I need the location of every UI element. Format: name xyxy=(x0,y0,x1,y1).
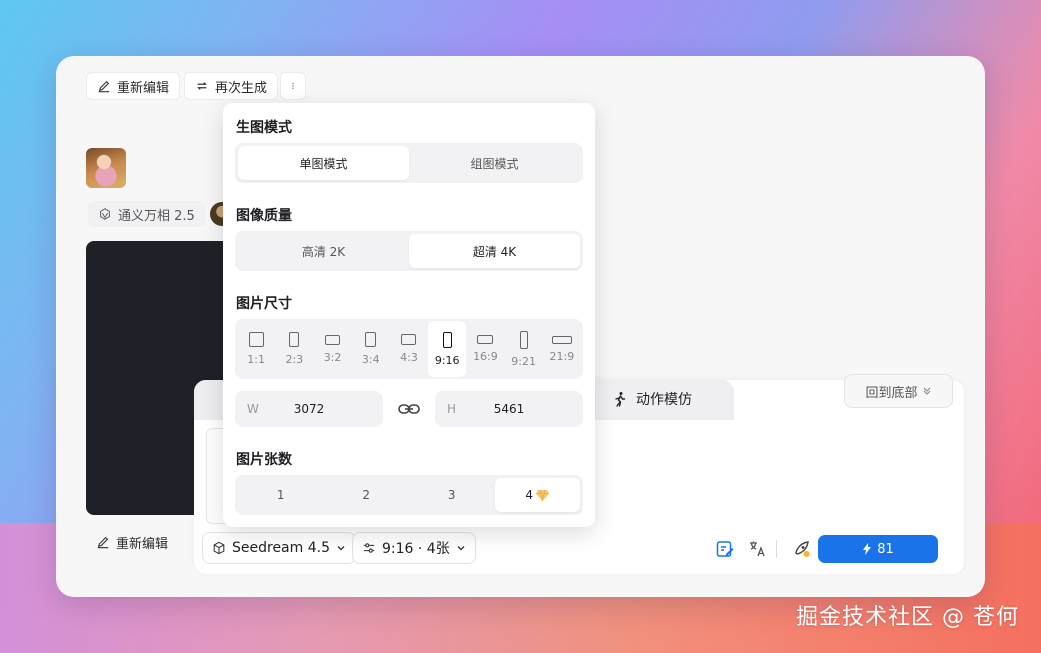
width-value: 3072 xyxy=(293,402,325,416)
chevron-down-icon xyxy=(457,546,465,551)
ratio-shape xyxy=(401,334,417,345)
regenerate-button[interactable]: 再次生成 xyxy=(184,72,279,100)
ratio-label: 3:4 xyxy=(361,353,380,366)
prompt-edit-icon[interactable] xyxy=(713,537,737,561)
ratio-shape xyxy=(365,332,377,347)
tab-motion-label: 动作模仿 xyxy=(636,391,692,408)
chevron-down-icon xyxy=(337,546,345,551)
tab-motion-imitation[interactable]: 动作模仿 xyxy=(596,380,730,417)
quality-title: 图像质量 xyxy=(236,208,292,224)
regenerate-label: 再次生成 xyxy=(215,80,268,96)
size-title: 图片尺寸 xyxy=(236,296,292,312)
ratio-shape xyxy=(289,332,300,347)
count-option-1[interactable]: 1 xyxy=(238,478,324,512)
count-title: 图片张数 xyxy=(236,452,292,468)
ratio-label: 16:9 xyxy=(473,350,498,363)
mode-segment: 单图模式 组图模式 xyxy=(235,143,583,183)
ratio-option-4-3[interactable]: 4:3 xyxy=(390,321,428,377)
count-option-4[interactable]: 4 xyxy=(494,478,580,512)
ratio-label: 1:1 xyxy=(247,353,265,366)
cube-icon xyxy=(213,541,225,555)
ratio-option-1-1[interactable]: 1:1 xyxy=(237,321,275,377)
mode-option-group[interactable]: 组图模式 xyxy=(409,146,580,180)
ratio-option-3-4[interactable]: 3:4 xyxy=(352,321,390,377)
count-option-2[interactable]: 2 xyxy=(324,478,410,512)
mode-title: 生图模式 xyxy=(236,120,292,136)
repeat-icon xyxy=(197,82,207,90)
back-to-bottom-button[interactable]: 回到底部 xyxy=(844,374,953,408)
vip-diamond-icon xyxy=(536,489,550,501)
ratio-label: 9:16 xyxy=(434,353,460,367)
pencil-icon xyxy=(97,536,109,549)
ratio-option-3-2[interactable]: 3:2 xyxy=(313,321,351,377)
count-segment: 1 2 3 4 xyxy=(235,475,583,515)
ratio-shape xyxy=(248,332,264,347)
ratio-label: 3:2 xyxy=(323,350,342,364)
width-label: W xyxy=(247,402,259,416)
model-select-label: Seedream 4.5 xyxy=(232,540,330,556)
more-vertical-icon xyxy=(292,83,294,89)
height-label: H xyxy=(447,402,457,416)
ratio-shape xyxy=(325,334,341,345)
re-edit-button-bottom[interactable]: 重新编辑 xyxy=(86,529,178,555)
double-chevron-down-icon xyxy=(923,387,930,395)
ratio-shape xyxy=(477,335,494,344)
generate-credits: 81 xyxy=(877,541,894,557)
params-select[interactable]: 9:16 · 4张 xyxy=(352,532,476,564)
height-input[interactable]: H 5461 xyxy=(435,391,583,427)
model-logo-icon xyxy=(100,208,110,220)
ratio-label: 9:21 xyxy=(511,354,536,368)
lightning-icon xyxy=(863,543,872,555)
ratio-label: 21:9 xyxy=(549,349,575,363)
back-to-bottom-label: 回到底部 xyxy=(865,385,918,401)
count-option-4-label: 4 xyxy=(525,488,534,502)
sliders-icon xyxy=(363,543,375,553)
ratio-shape xyxy=(442,331,452,348)
ratio-option-9-16[interactable]: 9:16 xyxy=(428,321,467,377)
re-edit-label: 重新编辑 xyxy=(117,80,170,96)
ratio-option-9-21[interactable]: 9:21 xyxy=(505,321,543,377)
translate-icon[interactable] xyxy=(745,537,769,561)
ratio-shape xyxy=(551,335,572,344)
ratio-shape xyxy=(519,330,528,349)
mode-option-single[interactable]: 单图模式 xyxy=(238,146,409,180)
ratio-label: 2:3 xyxy=(285,353,304,366)
re-edit-button[interactable]: 重新编辑 xyxy=(86,72,181,100)
watermark-text: 掘金技术社区 @ 苍何 xyxy=(796,605,1019,630)
params-select-label: 9:16 · 4张 xyxy=(382,541,450,557)
pencil-icon xyxy=(98,80,110,93)
reference-thumbnail[interactable] xyxy=(86,148,126,188)
ratio-label: 4:3 xyxy=(400,351,418,364)
model-select[interactable]: Seedream 4.5 xyxy=(202,532,356,564)
more-button[interactable] xyxy=(280,72,306,100)
quality-option-2k[interactable]: 高清 2K xyxy=(238,234,409,268)
ratio-selector: 1:1 2:3 3:2 3:4 4:3 9:16 16:9 9:21 21:9 xyxy=(235,319,583,379)
ratio-option-16-9[interactable]: 16:9 xyxy=(466,321,504,377)
quality-option-4k[interactable]: 超清 4K xyxy=(409,234,580,268)
model-badge-label: 通义万相 2.5 xyxy=(118,208,195,224)
re-edit-bottom-label: 重新编辑 xyxy=(116,536,169,552)
rocket-icon[interactable] xyxy=(790,537,814,561)
count-option-3[interactable]: 3 xyxy=(409,478,495,512)
divider xyxy=(776,540,777,558)
link-aspect-icon[interactable] xyxy=(397,399,421,419)
generate-button[interactable]: 81 xyxy=(818,535,938,563)
model-badge: 通义万相 2.5 xyxy=(88,201,205,227)
ratio-option-21-9[interactable]: 21:9 xyxy=(543,321,581,377)
width-input[interactable]: W 3072 xyxy=(235,391,383,427)
quality-segment: 高清 2K 超清 4K xyxy=(235,231,583,271)
ratio-option-2-3[interactable]: 2:3 xyxy=(275,321,313,377)
height-value: 5461 xyxy=(493,402,525,416)
generation-settings-popup: 生图模式 单图模式 组图模式 图像质量 高清 2K 超清 4K 图片尺寸 1:1… xyxy=(223,103,595,527)
walking-icon xyxy=(615,391,626,407)
